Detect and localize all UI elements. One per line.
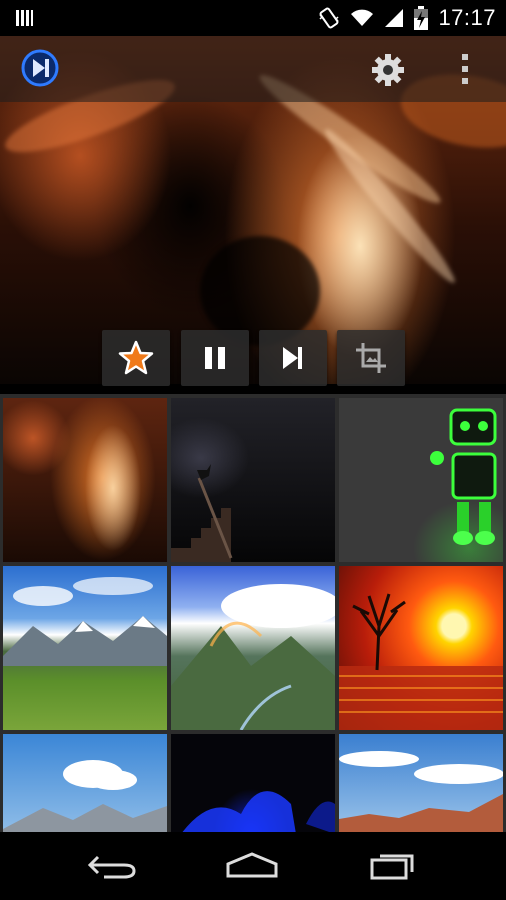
back-button[interactable] — [82, 846, 142, 886]
cell-signal-icon — [385, 9, 404, 27]
gallery-tile-red-rocks-sky[interactable] — [339, 734, 503, 832]
gallery-tile-dark-stairs-cat[interactable] — [171, 398, 335, 562]
action-bar — [0, 36, 506, 102]
wallpaper-gallery — [0, 394, 506, 832]
peaks-figure — [3, 760, 167, 832]
robot-figure — [430, 408, 497, 545]
pause-icon — [205, 347, 225, 369]
status-bar: 17:17 — [0, 0, 506, 36]
battery-charging-icon — [414, 6, 429, 30]
star-icon — [118, 340, 154, 375]
pause-button[interactable] — [181, 330, 249, 386]
navigation-bar — [0, 832, 506, 900]
next-button[interactable] — [259, 330, 327, 386]
home-button[interactable] — [222, 846, 282, 886]
recents-icon — [370, 854, 414, 880]
favorite-button[interactable] — [102, 330, 170, 386]
tree-figure — [339, 593, 503, 730]
notification-bars-icon — [16, 10, 33, 26]
wifi-icon — [351, 9, 374, 26]
gallery-tile-rainbow-valley[interactable] — [171, 566, 335, 730]
back-icon — [87, 855, 136, 879]
gear-icon[interactable] — [370, 52, 406, 88]
overflow-menu-icon[interactable] — [455, 50, 475, 88]
recents-button[interactable] — [362, 846, 422, 886]
stairs-figure — [171, 464, 233, 562]
wallpaper-controls — [0, 330, 506, 388]
crop-icon — [356, 343, 386, 373]
gallery-tile-green-robot[interactable] — [339, 398, 503, 562]
mountains-figure — [3, 577, 167, 666]
valley-figure — [171, 584, 335, 730]
gallery-tile-antelope-canyon[interactable] — [3, 398, 167, 562]
hero-streak — [318, 122, 462, 290]
rocks-figure — [339, 751, 503, 832]
crop-button[interactable] — [337, 330, 405, 386]
home-icon — [226, 852, 278, 878]
gallery-tile-snowy-peaks[interactable] — [3, 734, 167, 832]
vibrate-icon — [319, 7, 339, 29]
gallery-tile-blue-cave[interactable] — [171, 734, 335, 832]
status-time: 17:17 — [438, 5, 496, 30]
skip-next-icon — [283, 347, 302, 369]
gallery-tile-sunset-tree[interactable] — [339, 566, 503, 730]
play-skip-icon[interactable] — [20, 48, 60, 88]
cave-figure — [182, 791, 335, 832]
gallery-tile-mountain-meadow[interactable] — [3, 566, 167, 730]
